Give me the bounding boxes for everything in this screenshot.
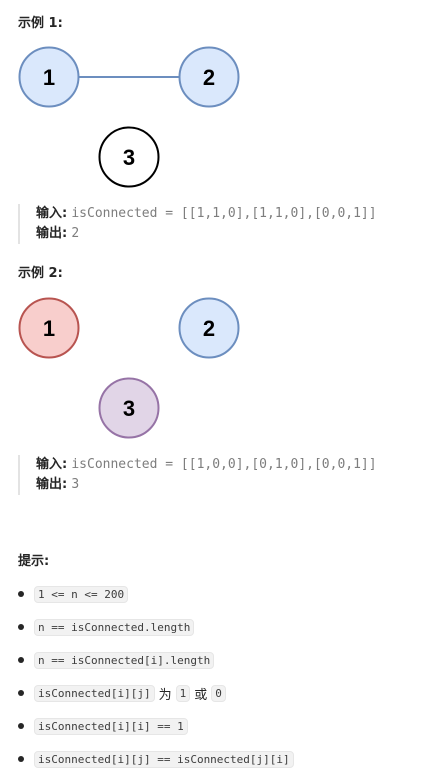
input-label: 输入:	[36, 457, 68, 472]
graph-node: 2	[178, 297, 240, 359]
input-value: isConnected = [[1,0,0],[0,1,0],[0,0,1]]	[71, 457, 377, 472]
example-2-graph: 1 2 3	[18, 297, 240, 439]
output-label: 输出:	[36, 226, 68, 241]
example-1-graph: 1 2 3	[18, 46, 240, 188]
graph-node: 1	[18, 297, 80, 359]
inline-code: isConnected[i][j]	[34, 685, 155, 702]
inline-code: 0	[211, 685, 226, 702]
example-2-heading: 示例 2:	[18, 266, 63, 281]
svg-text:3: 3	[123, 145, 135, 170]
svg-text:2: 2	[203, 316, 215, 341]
tips-heading: 提示:	[18, 554, 50, 569]
list-item: n == isConnected[i].length	[0, 644, 433, 677]
inline-code: isConnected[i][j] == isConnected[j][i]	[34, 751, 294, 768]
output-value: 2	[71, 226, 80, 241]
example-1-io: 输入: isConnected = [[1,1,0],[1,1,0],[0,0,…	[18, 204, 433, 244]
tip-text: 为	[158, 688, 172, 703]
list-item: isConnected[i][j] 为 1 或 0	[0, 677, 433, 710]
inline-code: n == isConnected[i].length	[34, 652, 215, 669]
input-value: isConnected = [[1,1,0],[1,1,0],[0,0,1]]	[71, 206, 377, 221]
list-item: isConnected[i][j] == isConnected[j][i]	[0, 743, 433, 776]
input-label: 输入:	[36, 206, 68, 221]
svg-text:1: 1	[43, 65, 55, 90]
graph-node: 1	[18, 46, 80, 108]
graph-node: 2	[178, 46, 240, 108]
graph-node: 3	[98, 377, 160, 439]
inline-code: n == isConnected.length	[34, 619, 195, 636]
tip-text: 或	[194, 688, 208, 703]
example-1-heading: 示例 1:	[18, 16, 63, 31]
list-item: n == isConnected.length	[0, 611, 433, 644]
tips-list: 1 <= n <= 200 n == isConnected.length n …	[0, 578, 433, 776]
svg-text:1: 1	[43, 316, 55, 341]
output-label: 输出:	[36, 477, 68, 492]
inline-code: isConnected[i][i] == 1	[34, 718, 188, 735]
graph-node: 3	[98, 126, 160, 188]
inline-code: 1	[175, 685, 191, 702]
list-item: 1 <= n <= 200	[0, 578, 433, 611]
output-value: 3	[71, 477, 80, 492]
list-item: isConnected[i][i] == 1	[0, 710, 433, 743]
svg-text:2: 2	[203, 65, 215, 90]
inline-code: 1 <= n <= 200	[34, 586, 129, 603]
example-2-io: 输入: isConnected = [[1,0,0],[0,1,0],[0,0,…	[18, 455, 433, 495]
svg-text:3: 3	[123, 396, 135, 421]
